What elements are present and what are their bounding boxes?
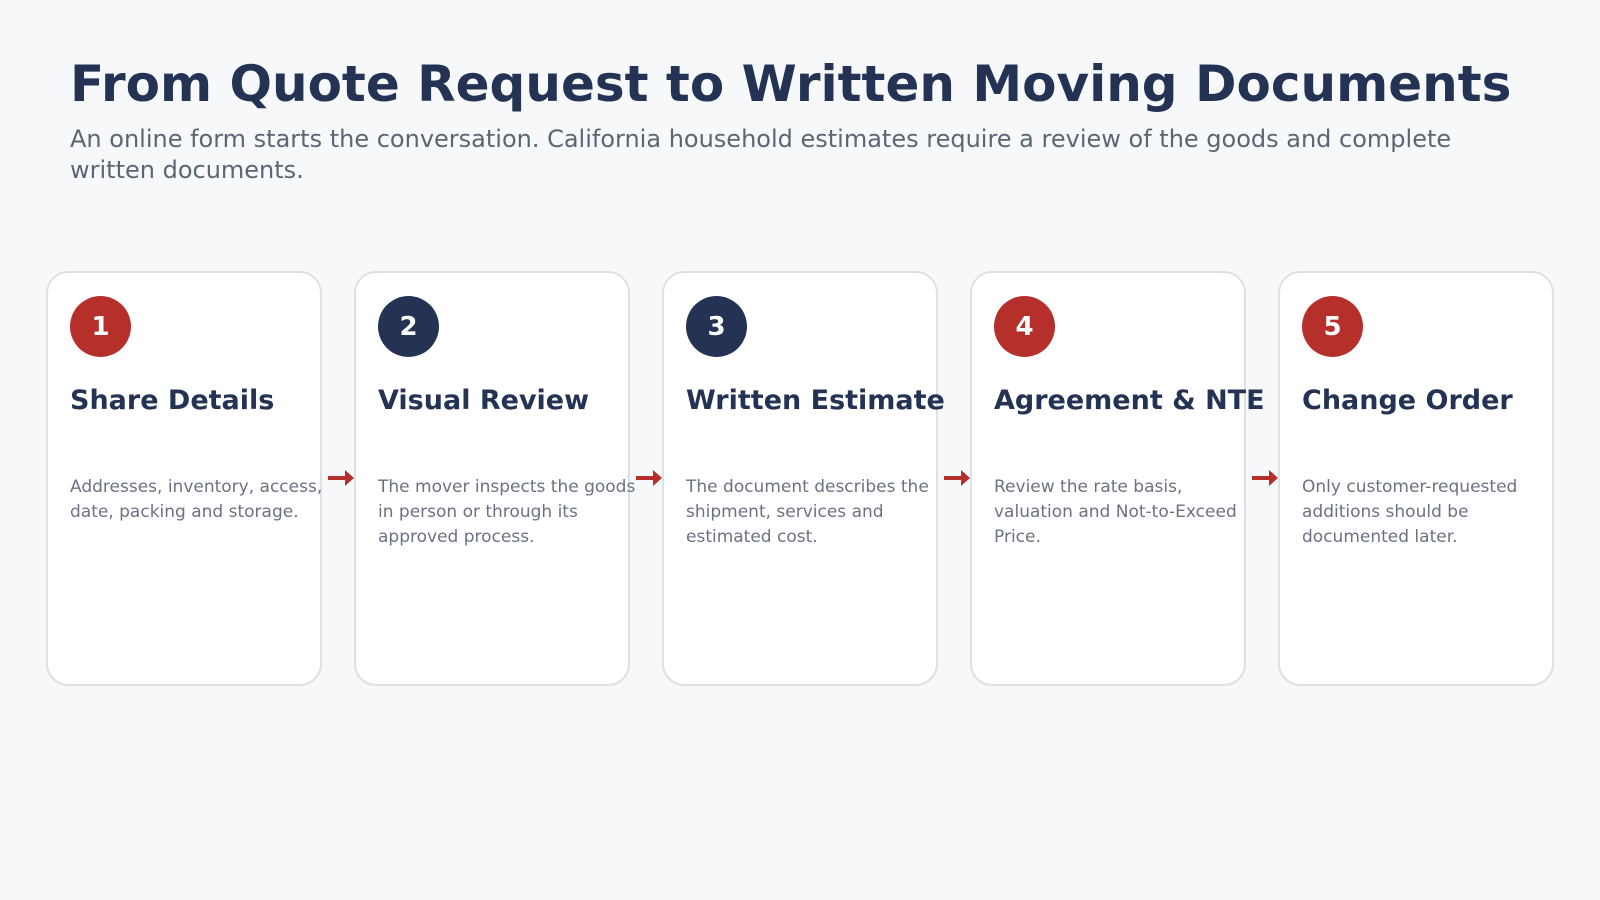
step-card-share-details: 1 Share Details Addresses, inventory, ac… xyxy=(46,271,322,686)
step-title: Visual Review xyxy=(378,385,590,416)
arrow-right-icon xyxy=(944,470,970,486)
step-number-badge: 3 xyxy=(686,296,747,357)
step-title: Change Order xyxy=(1302,385,1513,416)
step-number-badge: 4 xyxy=(994,296,1055,357)
step-card-visual-review: 2 Visual Review The mover inspects the g… xyxy=(354,271,635,686)
step-title: Share Details xyxy=(70,385,275,416)
step-title: Agreement & NTE xyxy=(994,385,1265,416)
step-card-written-estimate: 3 Written Estimate The document describe… xyxy=(662,271,945,686)
step-description: Only customer-requested additions should… xyxy=(1302,477,1518,547)
page-subtitle: An online form starts the conversation. … xyxy=(70,125,1452,184)
step-description: The mover inspects the goods in person o… xyxy=(378,477,636,547)
step-title: Written Estimate xyxy=(686,385,945,416)
step-number-badge: 1 xyxy=(70,296,131,357)
step-number-badge: 2 xyxy=(378,296,439,357)
step-description: The document describes the shipment, ser… xyxy=(686,477,929,547)
step-card-agreement-nte: 4 Agreement & NTE Review the rate basis,… xyxy=(970,271,1265,686)
step-card-change-order: 5 Change Order Only customer-requested a… xyxy=(1278,271,1554,686)
arrow-right-icon xyxy=(328,470,354,486)
page-title: From Quote Request to Written Moving Doc… xyxy=(70,55,1512,113)
step-description: Review the rate basis, valuation and Not… xyxy=(994,477,1237,547)
arrow-right-icon xyxy=(636,470,662,486)
process-steps: 1 Share Details Addresses, inventory, ac… xyxy=(46,271,1556,690)
step-description: Addresses, inventory, access, date, pack… xyxy=(70,477,323,522)
step-number-badge: 5 xyxy=(1302,296,1363,357)
arrow-right-icon xyxy=(1252,470,1278,486)
